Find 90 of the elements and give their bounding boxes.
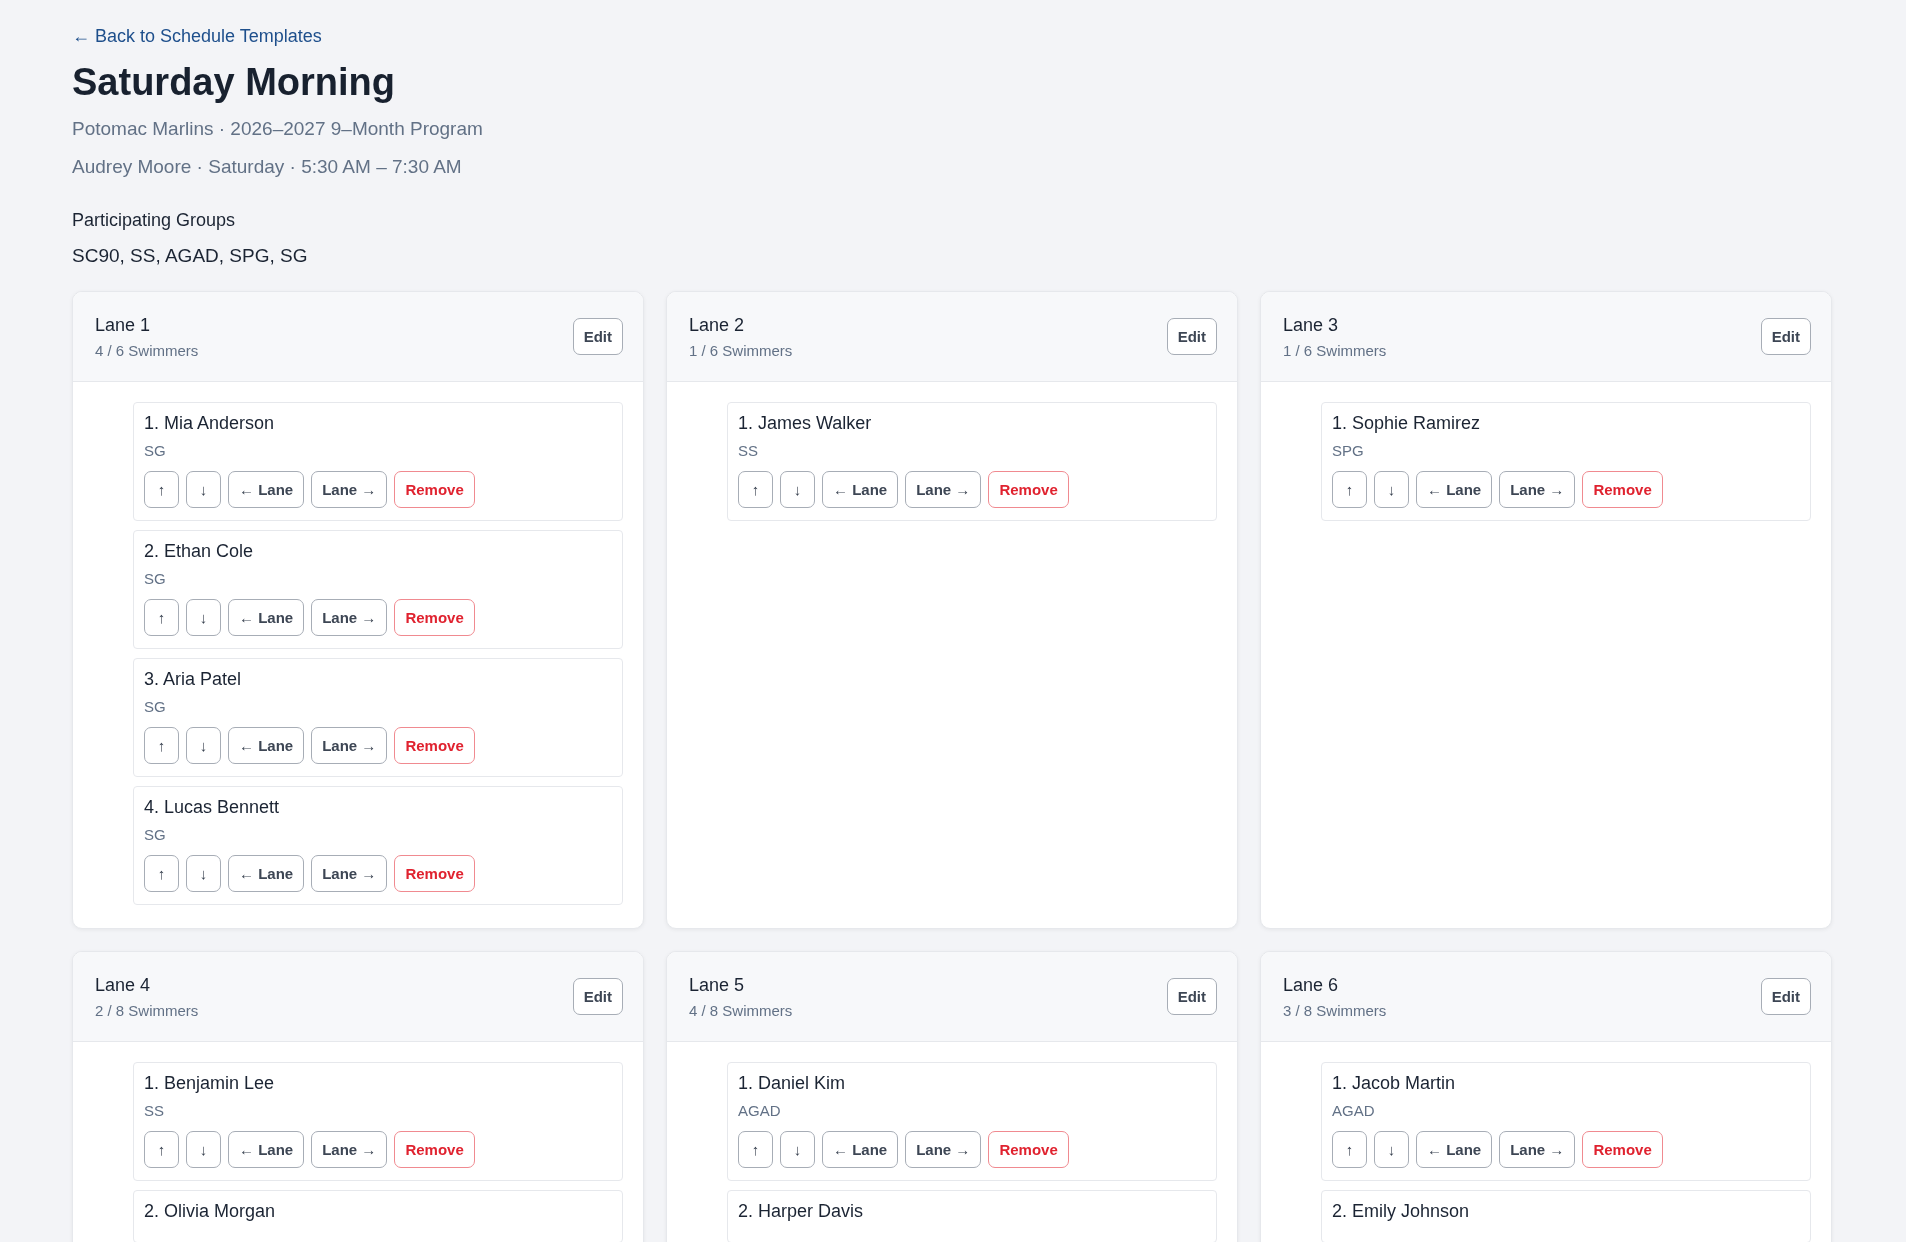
previous-lane-button[interactable]: ← Lane: [228, 599, 305, 636]
move-down-button[interactable]: ↓: [186, 1131, 221, 1168]
swimmer-name: 1. Mia Anderson: [144, 413, 276, 434]
swimmer-group: SG: [144, 826, 612, 843]
remove-button[interactable]: Remove: [394, 1131, 475, 1168]
remove-button[interactable]: Remove: [988, 471, 1069, 508]
section-heading: Participating Groups: [72, 210, 237, 231]
remove-button[interactable]: Remove: [394, 727, 475, 764]
edit-button[interactable]: Edit: [572, 318, 623, 355]
swimmer-name: 1. Jacob Martin: [1332, 1073, 1457, 1094]
previous-lane-button[interactable]: ← Lane: [228, 471, 305, 508]
lane-title: Lane 6: [1283, 974, 1340, 996]
move-up-button[interactable]: ↑: [738, 1131, 773, 1168]
next-lane-button[interactable]: Lane →: [311, 855, 388, 892]
edit-button[interactable]: Edit: [572, 978, 623, 1015]
move-down-button[interactable]: ↓: [186, 599, 221, 636]
remove-button[interactable]: Remove: [394, 471, 475, 508]
move-up-button[interactable]: ↑: [1332, 471, 1367, 508]
move-down-button[interactable]: ↓: [1374, 1131, 1409, 1168]
swimmer-group: AGAD: [1332, 1102, 1800, 1119]
lane-title: Lane 2: [689, 314, 746, 336]
move-down-button[interactable]: ↓: [780, 1131, 815, 1168]
swimmer-name: 2. Harper Davis: [738, 1201, 865, 1222]
swimmer-name: 2. Olivia Morgan: [144, 1201, 277, 1222]
remove-button[interactable]: Remove: [988, 1131, 1069, 1168]
swimmer-name: 1. Benjamin Lee: [144, 1073, 276, 1094]
edit-button[interactable]: Edit: [1166, 978, 1217, 1015]
edit-button[interactable]: Edit: [1760, 318, 1811, 355]
swimmer-count: 2 / 8 Swimmers: [95, 1001, 199, 1019]
next-lane-button[interactable]: Lane →: [1499, 1131, 1576, 1168]
next-lane-button[interactable]: Lane →: [311, 599, 388, 636]
lane-title: Lane 3: [1283, 314, 1340, 336]
move-up-button[interactable]: ↑: [144, 599, 179, 636]
swimmer-name: 1. Sophie Ramirez: [1332, 413, 1482, 434]
next-lane-button[interactable]: Lane →: [311, 1131, 388, 1168]
move-up-button[interactable]: ↑: [144, 727, 179, 764]
swimmer-name: 2. Ethan Cole: [144, 541, 255, 562]
edit-button[interactable]: Edit: [1166, 318, 1217, 355]
swimmer-group: AGAD: [738, 1102, 1206, 1119]
swimmer-count: 4 / 6 Swimmers: [95, 341, 199, 359]
swimmer-count: 1 / 6 Swimmers: [689, 341, 793, 359]
previous-lane-button[interactable]: ← Lane: [228, 727, 305, 764]
swimmer-group: SS: [738, 442, 1206, 459]
page-title: Saturday Morning: [72, 61, 397, 104]
previous-lane-button[interactable]: ← Lane: [822, 471, 899, 508]
swimmer-group: SG: [144, 442, 612, 459]
swimmer-count: 1 / 6 Swimmers: [1283, 341, 1387, 359]
move-down-button[interactable]: ↓: [186, 471, 221, 508]
move-up-button[interactable]: ↑: [144, 855, 179, 892]
move-up-button[interactable]: ↑: [1332, 1131, 1367, 1168]
swimmer-count: 3 / 8 Swimmers: [1283, 1001, 1387, 1019]
previous-lane-button[interactable]: ← Lane: [1416, 471, 1493, 508]
next-lane-button[interactable]: Lane →: [905, 471, 982, 508]
lane-title: Lane 4: [95, 974, 152, 996]
previous-lane-button[interactable]: ← Lane: [228, 855, 305, 892]
swimmer-name: 1. James Walker: [738, 413, 873, 434]
move-down-button[interactable]: ↓: [1374, 471, 1409, 508]
remove-button[interactable]: Remove: [1582, 471, 1663, 508]
back-link[interactable]: ← Back to Schedule Templates: [72, 26, 322, 47]
remove-button[interactable]: Remove: [394, 855, 475, 892]
move-up-button[interactable]: ↑: [738, 471, 773, 508]
move-down-button[interactable]: ↓: [186, 855, 221, 892]
previous-lane-button[interactable]: ← Lane: [822, 1131, 899, 1168]
next-lane-button[interactable]: Lane →: [905, 1131, 982, 1168]
next-lane-button[interactable]: Lane →: [311, 727, 388, 764]
swimmer-name: 3. Aria Patel: [144, 669, 243, 690]
subtitle-text: Potomac Marlins · 2026–2027 9–Month Program: [72, 118, 484, 140]
remove-button[interactable]: Remove: [394, 599, 475, 636]
move-up-button[interactable]: ↑: [144, 471, 179, 508]
move-down-button[interactable]: ↓: [780, 471, 815, 508]
move-up-button[interactable]: ↑: [144, 1131, 179, 1168]
next-lane-button[interactable]: Lane →: [1499, 471, 1576, 508]
previous-lane-button[interactable]: ← Lane: [1416, 1131, 1493, 1168]
swimmer-name: 4. Lucas Bennett: [144, 797, 281, 818]
swimmer-group: SG: [144, 698, 612, 715]
groups-list: SC90, SS, AGAD, SPG, SG: [72, 245, 1832, 267]
previous-lane-button[interactable]: ← Lane: [228, 1131, 305, 1168]
lane-title: Lane 5: [689, 974, 746, 996]
subtitle-text: Audrey Moore · Saturday · 5:30 AM – 7:30 AM: [72, 156, 463, 178]
swimmer-group: SS: [144, 1102, 612, 1119]
edit-button[interactable]: Edit: [1760, 978, 1811, 1015]
next-lane-button[interactable]: Lane →: [311, 471, 388, 508]
swimmer-count: 4 / 8 Swimmers: [689, 1001, 793, 1019]
lane-title: Lane 1: [95, 314, 152, 336]
remove-button[interactable]: Remove: [1582, 1131, 1663, 1168]
move-down-button[interactable]: ↓: [186, 727, 221, 764]
swimmer-name: 2. Emily Johnson: [1332, 1201, 1471, 1222]
swimmer-group: SPG: [1332, 442, 1800, 459]
swimmer-name: 1. Daniel Kim: [738, 1073, 847, 1094]
swimmer-group: SG: [144, 570, 612, 587]
